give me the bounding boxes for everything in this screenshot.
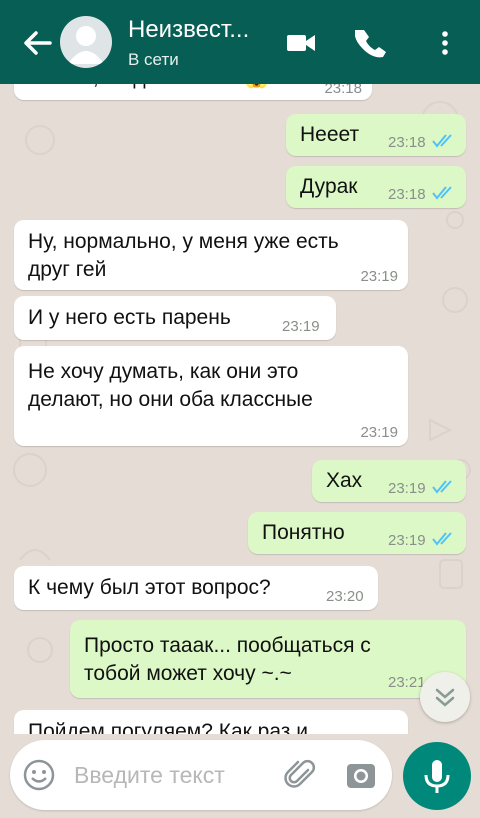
- message-text: Понятно: [262, 521, 345, 544]
- message-text: Не хочу думать, как они это делают, но о…: [28, 360, 313, 411]
- message-time: 23:19: [388, 480, 426, 497]
- video-call-icon[interactable]: [284, 26, 318, 60]
- scroll-down-button[interactable]: [420, 672, 470, 722]
- message-input-bar[interactable]: Введите текст: [10, 740, 392, 810]
- message-text: Просто тааак... пообщаться с тобой может…: [84, 634, 371, 685]
- attach-icon[interactable]: [284, 758, 318, 792]
- voice-record-button[interactable]: [403, 742, 471, 810]
- message-outgoing[interactable]: Понятно 23:19: [248, 512, 466, 554]
- message-incoming[interactable]: Ну, нормально, у меня уже есть друг гей …: [14, 220, 408, 290]
- message-text: Дурак: [300, 175, 358, 198]
- scroll-down-icon: [435, 688, 455, 707]
- contact-status: В сети: [128, 50, 179, 69]
- contact-avatar[interactable]: [60, 16, 112, 68]
- avatar-placeholder-icon: [68, 26, 104, 64]
- message-text: Ну, нормально, у меня уже есть друг гей: [28, 230, 339, 281]
- message-outgoing[interactable]: Нееет 23:18: [286, 114, 466, 156]
- message-text: К чему был этот вопрос?: [28, 576, 271, 599]
- message-incoming[interactable]: И у него есть парень 23:19: [14, 296, 336, 340]
- more-vert-icon[interactable]: [428, 26, 462, 60]
- message-list[interactable]: Ты что, по девочкам? 😱 23:18 Нееет 23:18…: [0, 84, 480, 734]
- message-time: 23:20: [326, 588, 364, 605]
- message-incoming[interactable]: Не хочу думать, как они это делают, но о…: [14, 346, 408, 446]
- message-time: 23:19: [388, 532, 426, 549]
- message-text: Нееет: [300, 123, 360, 146]
- message-time: 23:19: [360, 268, 398, 285]
- message-text: Пойдем погуляем? Как раз и: [28, 720, 308, 734]
- message-outgoing[interactable]: Хах 23:19: [312, 460, 466, 502]
- contact-name[interactable]: Неизвест...: [128, 16, 249, 44]
- message-text: И у него есть парень: [28, 306, 231, 329]
- message-incoming[interactable]: Ты что, по девочкам? 😱 23:18: [14, 84, 372, 100]
- double-check-icon: [432, 186, 452, 200]
- message-input[interactable]: Введите текст: [74, 762, 225, 789]
- message-time: 23:18: [388, 186, 426, 203]
- message-outgoing[interactable]: Просто тааак... пообщаться с тобой может…: [70, 620, 466, 698]
- chat-header: Неизвест... В сети: [0, 0, 480, 84]
- message-time: 23:19: [282, 318, 320, 335]
- back-arrow-icon[interactable]: [20, 26, 54, 60]
- message-incoming[interactable]: К чему был этот вопрос? 23:20: [14, 566, 378, 610]
- double-check-icon: [432, 480, 452, 494]
- message-outgoing[interactable]: Дурак 23:18: [286, 166, 466, 208]
- double-check-icon: [432, 134, 452, 148]
- phone-call-icon[interactable]: [355, 26, 389, 60]
- message-incoming[interactable]: Пойдем погуляем? Как раз и: [14, 710, 408, 734]
- double-check-icon: [432, 532, 452, 546]
- message-time: 23:18: [324, 84, 362, 97]
- message-text: Ты что, по девочкам? 😱: [28, 84, 270, 92]
- message-time: 23:18: [388, 134, 426, 151]
- emoji-icon[interactable]: [22, 758, 56, 792]
- message-time: 23:19: [360, 424, 398, 441]
- mic-icon: [424, 760, 450, 793]
- message-text: Хах: [326, 469, 363, 492]
- camera-icon[interactable]: [344, 758, 378, 792]
